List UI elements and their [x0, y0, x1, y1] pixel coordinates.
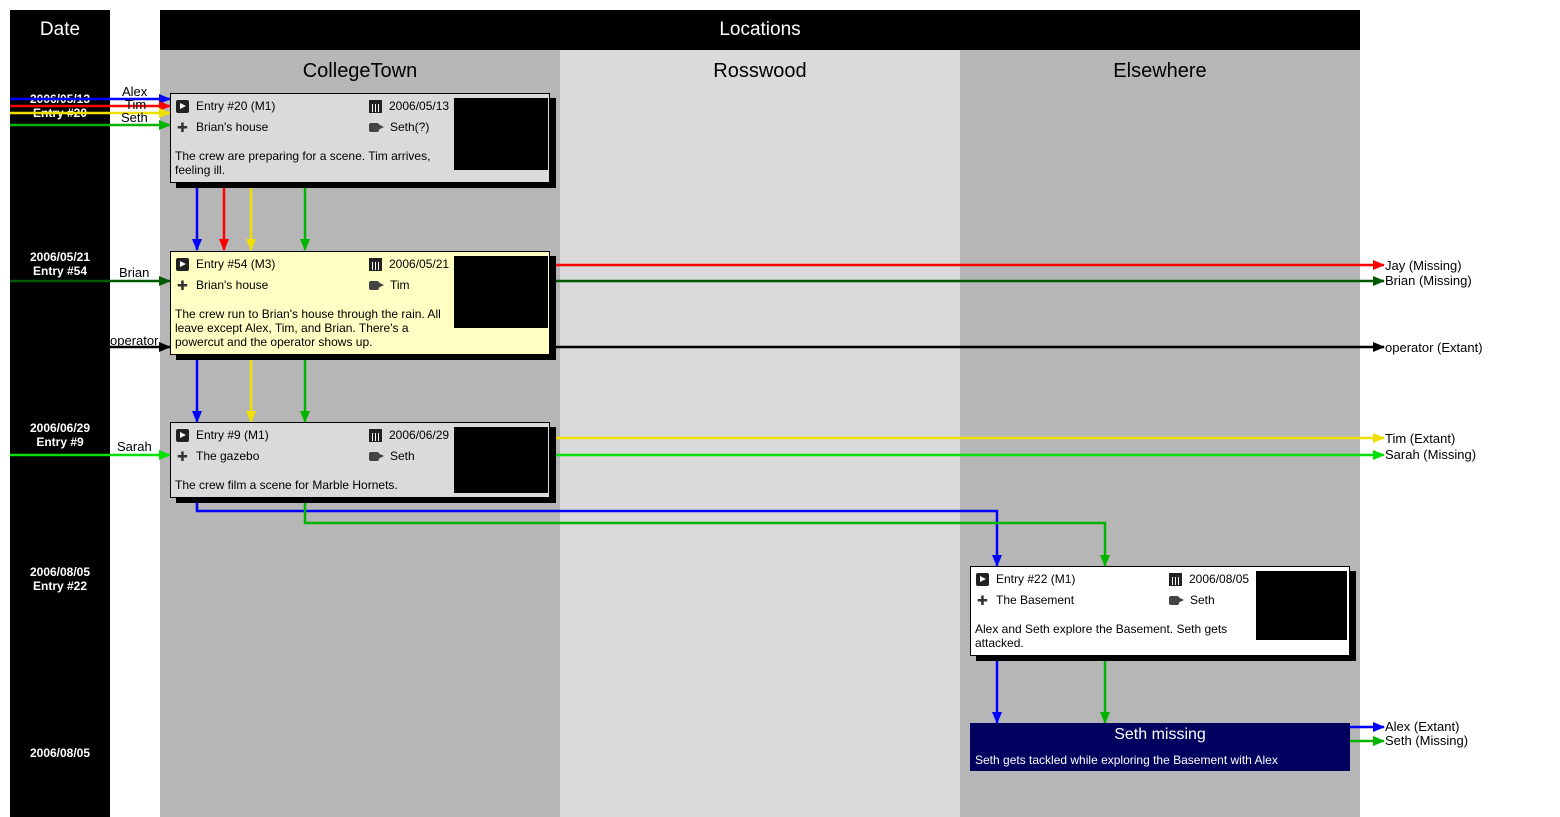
entry-location-row: ✚ The Basement	[976, 593, 1074, 607]
entry-thumbnail[interactable]	[454, 98, 548, 170]
entry-card-9[interactable]: Entry #9 (M1) 2006/06/29 ✚ The gazebo Se…	[170, 422, 550, 498]
play-icon	[176, 257, 189, 271]
entry-title-row: Entry #9 (M1)	[176, 428, 269, 442]
end-label-alex: Alex (Extant)	[1385, 719, 1460, 734]
end-label-operator: operator (Extant)	[1385, 340, 1483, 355]
entry-description: The crew are preparing for a scene. Tim …	[175, 149, 431, 177]
entry-card-54[interactable]: Entry #54 (M3) 2006/05/21 ✚ Brian's hous…	[170, 251, 550, 355]
entry-camera-row: Seth	[1169, 593, 1215, 607]
line-alex-9-22	[195, 499, 1002, 567]
end-label-brian: Brian (Missing)	[1385, 273, 1472, 288]
pin-icon: ✚	[177, 448, 188, 464]
entry-thumbnail[interactable]	[454, 256, 548, 328]
entry-camera-row: Seth	[369, 449, 415, 463]
event-description: Seth gets tackled while exploring the Ba…	[975, 753, 1278, 767]
entry-date-row: 2006/05/13	[369, 99, 449, 113]
entry-location: Brian's house	[196, 120, 269, 134]
start-label-operator: operator	[110, 333, 159, 348]
entry-date-row: 2006/05/21	[369, 257, 449, 271]
end-label-jay: Jay (Missing)	[1385, 258, 1462, 273]
camera-icon	[369, 451, 384, 461]
pin-icon: ✚	[177, 119, 188, 135]
play-icon	[976, 572, 989, 586]
entry-date: 2006/05/21	[389, 257, 450, 271]
entry-camera-row: Tim	[369, 278, 410, 292]
entry-title: Entry #22 (M1)	[996, 572, 1076, 586]
entry-location: The gazebo	[196, 449, 260, 463]
pin-icon: ✚	[177, 277, 188, 293]
entry-location-row: ✚ The gazebo	[176, 449, 259, 463]
entry-title-row: Entry #22 (M1)	[976, 572, 1075, 586]
pin-icon: ✚	[977, 592, 988, 608]
entry-camera-row: Seth(?)	[369, 120, 429, 134]
entry-description: Alex and Seth explore the Basement. Seth…	[975, 622, 1228, 650]
entry-camera: Seth(?)	[390, 120, 430, 134]
entry-camera: Seth	[1190, 593, 1215, 607]
calendar-icon	[369, 257, 382, 271]
entry-card-22[interactable]: Entry #22 (M1) 2006/08/05 ✚ The Basement…	[970, 566, 1350, 656]
calendar-icon	[1169, 572, 1182, 586]
entry-thumbnail[interactable]	[454, 427, 548, 493]
start-label-sarah: Sarah	[117, 439, 152, 454]
entry-date: 2006/08/05	[1189, 572, 1250, 586]
entry-title: Entry #54 (M3)	[196, 257, 276, 271]
entry-camera: Seth	[390, 449, 415, 463]
entry-location: The Basement	[996, 593, 1075, 607]
entry-title-row: Entry #54 (M3)	[176, 257, 275, 271]
event-title: Seth missing	[1114, 726, 1206, 743]
entry-thumbnail[interactable]	[1256, 571, 1347, 640]
entry-camera: Tim	[390, 278, 410, 292]
entry-description: The crew film a scene for Marble Hornets…	[175, 478, 398, 492]
entry-date-row: 2006/06/29	[369, 428, 449, 442]
play-icon	[176, 428, 189, 442]
entry-description: The crew run to Brian's house through th…	[175, 307, 441, 349]
camera-icon	[369, 122, 384, 132]
start-label-brian: Brian	[119, 265, 150, 280]
event-seth-missing[interactable]: Seth missing Seth gets tackled while exp…	[970, 723, 1350, 771]
start-label-seth: Seth	[121, 110, 148, 125]
line-seth-9-22	[303, 499, 1110, 567]
calendar-icon	[369, 428, 382, 442]
entry-title: Entry #20 (M1)	[196, 99, 276, 113]
end-label-sarah: Sarah (Missing)	[1385, 447, 1477, 462]
camera-icon	[369, 280, 384, 290]
entry-date: 2006/05/13	[389, 99, 450, 113]
camera-icon	[1169, 595, 1184, 605]
entry-title: Entry #9 (M1)	[196, 428, 269, 442]
entry-date-row: 2006/08/05	[1169, 572, 1249, 586]
entry-card-20[interactable]: Entry #20 (M1) 2006/05/13 ✚ Brian's hous…	[170, 93, 550, 183]
entry-location-row: ✚ Brian's house	[176, 120, 268, 134]
calendar-icon	[369, 99, 382, 113]
entry-location: Brian's house	[196, 278, 269, 292]
entry-date: 2006/06/29	[389, 428, 450, 442]
play-icon	[176, 99, 189, 113]
entry-location-row: ✚ Brian's house	[176, 278, 268, 292]
end-label-tim: Tim (Extant)	[1385, 431, 1456, 446]
entry-title-row: Entry #20 (M1)	[176, 99, 275, 113]
end-label-seth: Seth (Missing)	[1385, 733, 1469, 748]
